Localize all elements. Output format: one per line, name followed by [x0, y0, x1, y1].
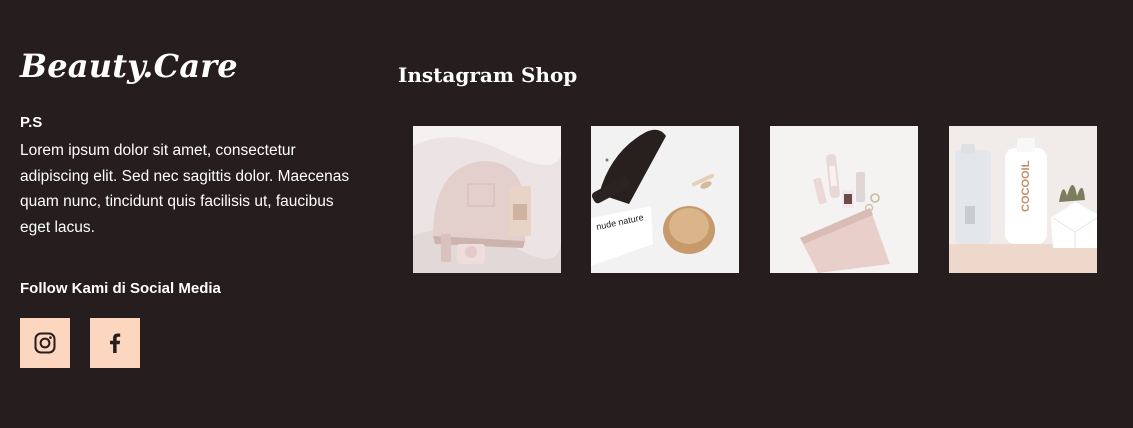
about-text: Lorem ipsum dolor sit amet, consectetur … [20, 142, 350, 236]
instagram-icon [34, 332, 56, 354]
instagram-button[interactable] [20, 318, 70, 368]
instagram-photo-2[interactable]: nude nature [591, 126, 739, 273]
instagram-photo-3[interactable] [770, 126, 918, 273]
photo-caption: COCOOIL [1020, 160, 1032, 212]
instagram-photo-1[interactable] [413, 126, 561, 273]
instagram-shop-title: Instagram Shop [398, 63, 578, 87]
social-heading: Follow Kami di Social Media [20, 280, 221, 297]
instagram-photo-4[interactable]: COCOOIL [949, 126, 1097, 273]
facebook-icon [110, 333, 121, 353]
facebook-button[interactable] [90, 318, 140, 368]
brand-logo[interactable]: Beauty.Care [20, 50, 238, 82]
about-title: P.S [20, 114, 43, 131]
